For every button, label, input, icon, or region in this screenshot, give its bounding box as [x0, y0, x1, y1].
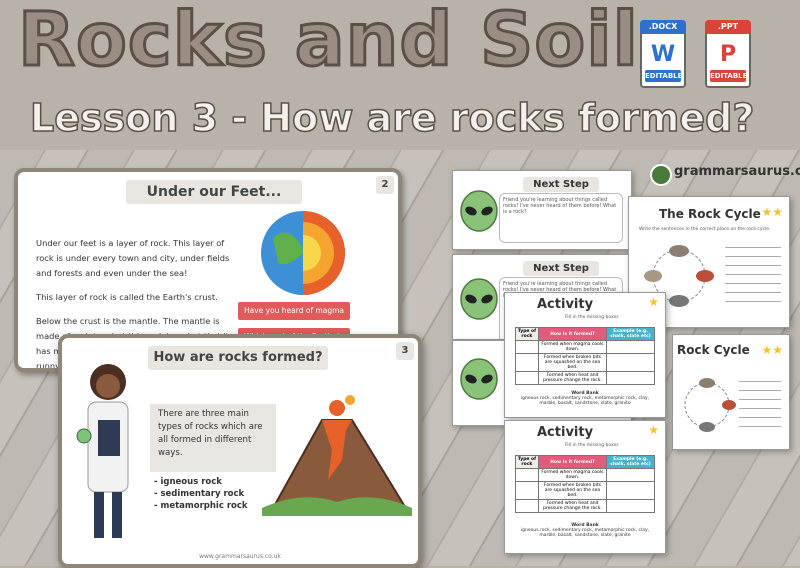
volcano-illustration	[262, 395, 412, 516]
slide-number: 3	[396, 342, 414, 360]
list-item: - igneous rock	[154, 477, 222, 487]
earth-layers-icon	[261, 211, 345, 295]
list-item: - sedimentary rock	[154, 489, 245, 499]
paragraph: Under our feet is a layer of rock. This …	[36, 238, 230, 278]
table-cell: Formed when broken bits are squashed on …	[537, 353, 608, 372]
table-cell: Formed when magma cools down.	[537, 468, 608, 482]
lesson-subtitle: Lesson 3 - How are rocks formed?	[29, 95, 755, 140]
activity-table: Type of rock How is it formed? Example (…	[515, 327, 655, 385]
ppt-editable-label: EDITABLE	[710, 70, 748, 82]
col-header: Example (e.g. chalk, slate etc)	[606, 327, 655, 341]
docx-editable-label: EDITABLE	[645, 70, 683, 82]
list-item: - metamorphic rock	[154, 501, 248, 511]
word-bank: Word Bank igneous rock, sedimentary rock…	[515, 523, 655, 538]
word-bank-words: igneous rock, sedimentary rock, metamorp…	[520, 528, 650, 538]
worksheet-heading: Activity	[537, 425, 594, 440]
star-icon: ★	[648, 423, 659, 437]
col-header: How is it formed?	[537, 327, 608, 341]
docx-ext: .DOCX	[640, 20, 686, 34]
scientist-illustration	[76, 364, 129, 538]
worksheet-activity-1: Activity ★ Fill in the missing boxes Typ…	[504, 292, 666, 418]
writing-lines	[739, 381, 781, 435]
alien-icon	[460, 278, 498, 320]
alien-icon	[460, 358, 498, 400]
writing-lines	[725, 247, 781, 310]
star-icon: ★★	[761, 205, 783, 219]
col-header: Example (e.g. chalk, slate etc)	[606, 455, 655, 469]
worksheet-heading: Rock Cycle	[677, 343, 750, 357]
page-title: Rocks and Soils	[17, 0, 685, 84]
table-row: Formed when heat and pressure change the…	[515, 499, 655, 513]
speech-box: Friend you're learning about things call…	[499, 193, 623, 243]
ppt-ext: .PPT	[705, 20, 751, 34]
alien-icon	[460, 190, 498, 232]
col-header: Type of rock	[515, 455, 539, 469]
table-cell: Formed when magma cools down.	[537, 340, 608, 354]
question-box: Have you heard of magma before?	[238, 302, 350, 333]
table-row: Formed when magma cools down.	[515, 340, 655, 354]
table-cell: Formed when broken bits are squashed on …	[537, 481, 608, 500]
slide-number: 2	[376, 176, 394, 194]
table-row: Formed when broken bits are squashed on …	[515, 353, 655, 372]
docx-file-icon[interactable]: .DOCX W EDITABLE	[640, 20, 686, 88]
brand-name: grammarsaurus.co.uk	[674, 164, 800, 179]
worksheet-next-step-1: Next Step Friend you're learning about t…	[452, 170, 632, 250]
table-row: Formed when heat and pressure change the…	[515, 371, 655, 385]
powerpoint-icon: P	[719, 42, 737, 67]
worksheet-activity-2: Activity ★ Fill in the missing boxes Typ…	[504, 420, 666, 554]
table-cell: Formed when heat and pressure change the…	[537, 499, 608, 513]
worksheet-heading: The Rock Cycle	[659, 207, 761, 221]
slide-heading: How are rocks formed?	[148, 346, 328, 370]
grammarsaurus-logo-icon	[650, 164, 672, 186]
worksheet-instruction: Write the sentences in the correct place…	[639, 227, 771, 232]
table-row: Formed when broken bits are squashed on …	[515, 481, 655, 500]
col-header: How is it formed?	[537, 455, 608, 469]
word-bank: Word Bank igneous rock, sedimentary rock…	[515, 391, 655, 406]
worksheet-heading: Activity	[537, 297, 594, 312]
slide-heading: Under our Feet...	[126, 180, 302, 204]
worksheet-instruction: Fill in the missing boxes	[565, 443, 619, 448]
activity-table: Type of rock How is it formed? Example (…	[515, 455, 655, 513]
paragraph: This layer of rock is called the Earth's…	[36, 292, 218, 302]
star-icon: ★	[648, 295, 659, 309]
ppt-file-icon[interactable]: .PPT P EDITABLE	[705, 20, 751, 88]
slide-footer: www.grammarsaurus.co.uk	[199, 553, 281, 560]
rock-cycle-diagram	[684, 378, 736, 432]
star-icon: ★★	[761, 343, 783, 357]
slide-how-are-rocks-formed[interactable]: How are rocks formed? 3 There are three …	[58, 334, 422, 568]
info-box: There are three main types of rocks whic…	[150, 404, 276, 472]
worksheet-heading: Next Step	[523, 177, 599, 192]
worksheet-rock-cycle-2: Rock Cycle ★★	[672, 334, 790, 450]
table-cell: Formed when heat and pressure change the…	[537, 371, 608, 385]
rock-types-list: - igneous rock - sedimentary rock - meta…	[154, 476, 248, 512]
table-row: Formed when magma cools down.	[515, 468, 655, 482]
col-header: Type of rock	[515, 327, 539, 341]
worksheet-heading: Next Step	[523, 261, 599, 276]
word-bank-words: igneous rock, sedimentary rock, metamorp…	[520, 396, 650, 406]
word-icon: W	[650, 42, 676, 67]
worksheet-instruction: Fill in the missing boxes	[565, 315, 619, 320]
